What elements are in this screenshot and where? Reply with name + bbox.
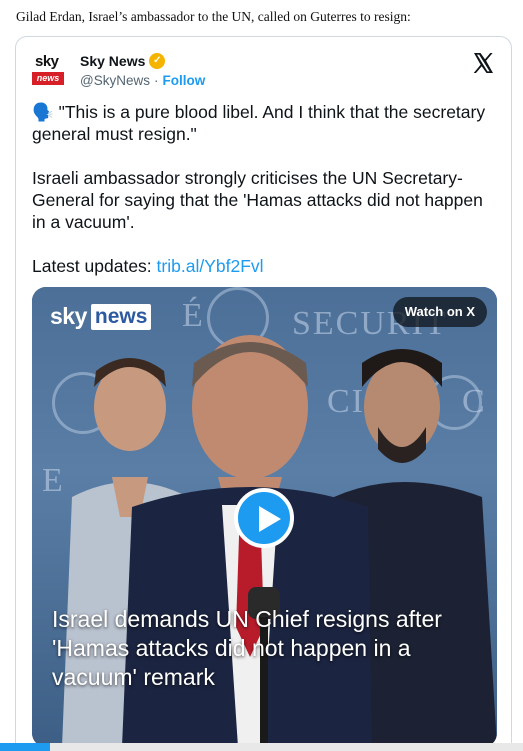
updates-link[interactable]: trib.al/Ybf2Fvl <box>157 256 264 276</box>
author-name-row: Sky News ✓ <box>80 53 166 69</box>
avatar-news-text: news <box>32 72 64 85</box>
bottom-progress-bar <box>0 743 523 751</box>
updates-label: Latest updates: <box>32 256 152 276</box>
play-icon <box>259 506 281 532</box>
follow-button[interactable]: Follow <box>162 73 205 88</box>
tweet-header: sky news Sky News ✓ @SkyNews · Follow <box>32 51 495 91</box>
intro-text: Gilad Erdan, Israel’s ambassador to the … <box>16 9 411 24</box>
embedded-tweet-card[interactable]: sky news Sky News ✓ @SkyNews · Follow 🗣️… <box>15 36 512 751</box>
video-caption: Israel demands UN Chief resigns after 'H… <box>52 606 442 690</box>
logo-news-text: news <box>90 303 152 330</box>
updates-line: Latest updates: trib.al/Ybf2Fvl <box>32 255 492 277</box>
watch-on-x-button[interactable]: Watch on X <box>392 297 487 327</box>
handle-row: @SkyNews · Follow <box>80 73 205 88</box>
video-player[interactable]: É SECURIT CI C E sky news Watch on X Isr… <box>32 287 497 747</box>
sky-news-logo: sky news <box>50 303 152 330</box>
separator-dot: · <box>153 73 159 88</box>
logo-sky-text: sky <box>50 303 87 329</box>
author-handle[interactable]: @SkyNews <box>80 73 150 88</box>
x-logo-icon[interactable] <box>471 51 495 75</box>
bottom-progress-fill <box>0 743 50 751</box>
avatar-sky-text: sky <box>35 53 59 70</box>
verified-badge-icon: ✓ <box>149 53 166 69</box>
avatar[interactable]: sky news <box>32 51 72 91</box>
author-name[interactable]: Sky News <box>80 53 145 69</box>
description-text: Israeli ambassador strongly criticises t… <box>32 168 483 232</box>
play-button[interactable] <box>234 488 294 548</box>
tweet-body: 🗣️ "This is a pure blood libel. And I th… <box>32 101 492 299</box>
quote-text: 🗣️ "This is a pure blood libel. And I th… <box>32 102 486 144</box>
